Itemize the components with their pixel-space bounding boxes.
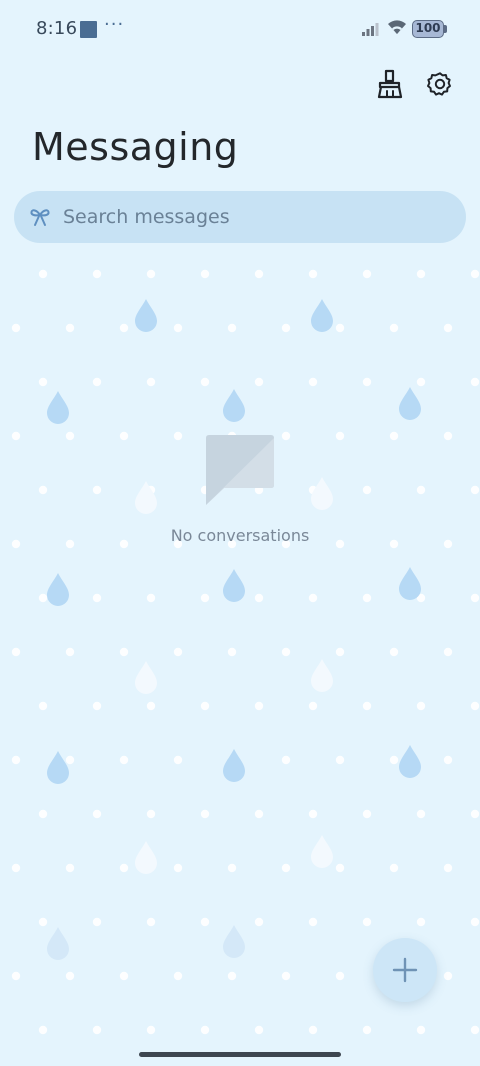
battery-indicator: 100 bbox=[412, 20, 444, 38]
clean-button[interactable] bbox=[370, 64, 410, 104]
gear-icon bbox=[427, 72, 451, 96]
bow-icon bbox=[30, 209, 50, 226]
page-title: Messaging bbox=[32, 125, 239, 169]
chat-bubble-icon bbox=[206, 435, 274, 505]
search-input-placeholder: Search messages bbox=[63, 206, 230, 228]
more-notifications-icon: ··· bbox=[104, 14, 125, 35]
broom-icon bbox=[377, 69, 403, 99]
signal-icon bbox=[362, 23, 379, 36]
empty-state-text: No conversations bbox=[170, 526, 310, 545]
status-time: 8:16 bbox=[36, 18, 78, 39]
battery-tip bbox=[444, 25, 447, 33]
status-bar: 8:16 ··· 100 bbox=[0, 0, 480, 60]
navigation-handle[interactable] bbox=[139, 1052, 341, 1057]
wifi-icon bbox=[388, 20, 406, 34]
search-bar[interactable]: Search messages bbox=[14, 191, 466, 243]
notification-square-icon bbox=[80, 21, 97, 38]
new-conversation-button[interactable] bbox=[373, 938, 437, 1002]
settings-button[interactable] bbox=[420, 64, 460, 104]
plus-icon bbox=[392, 957, 418, 983]
